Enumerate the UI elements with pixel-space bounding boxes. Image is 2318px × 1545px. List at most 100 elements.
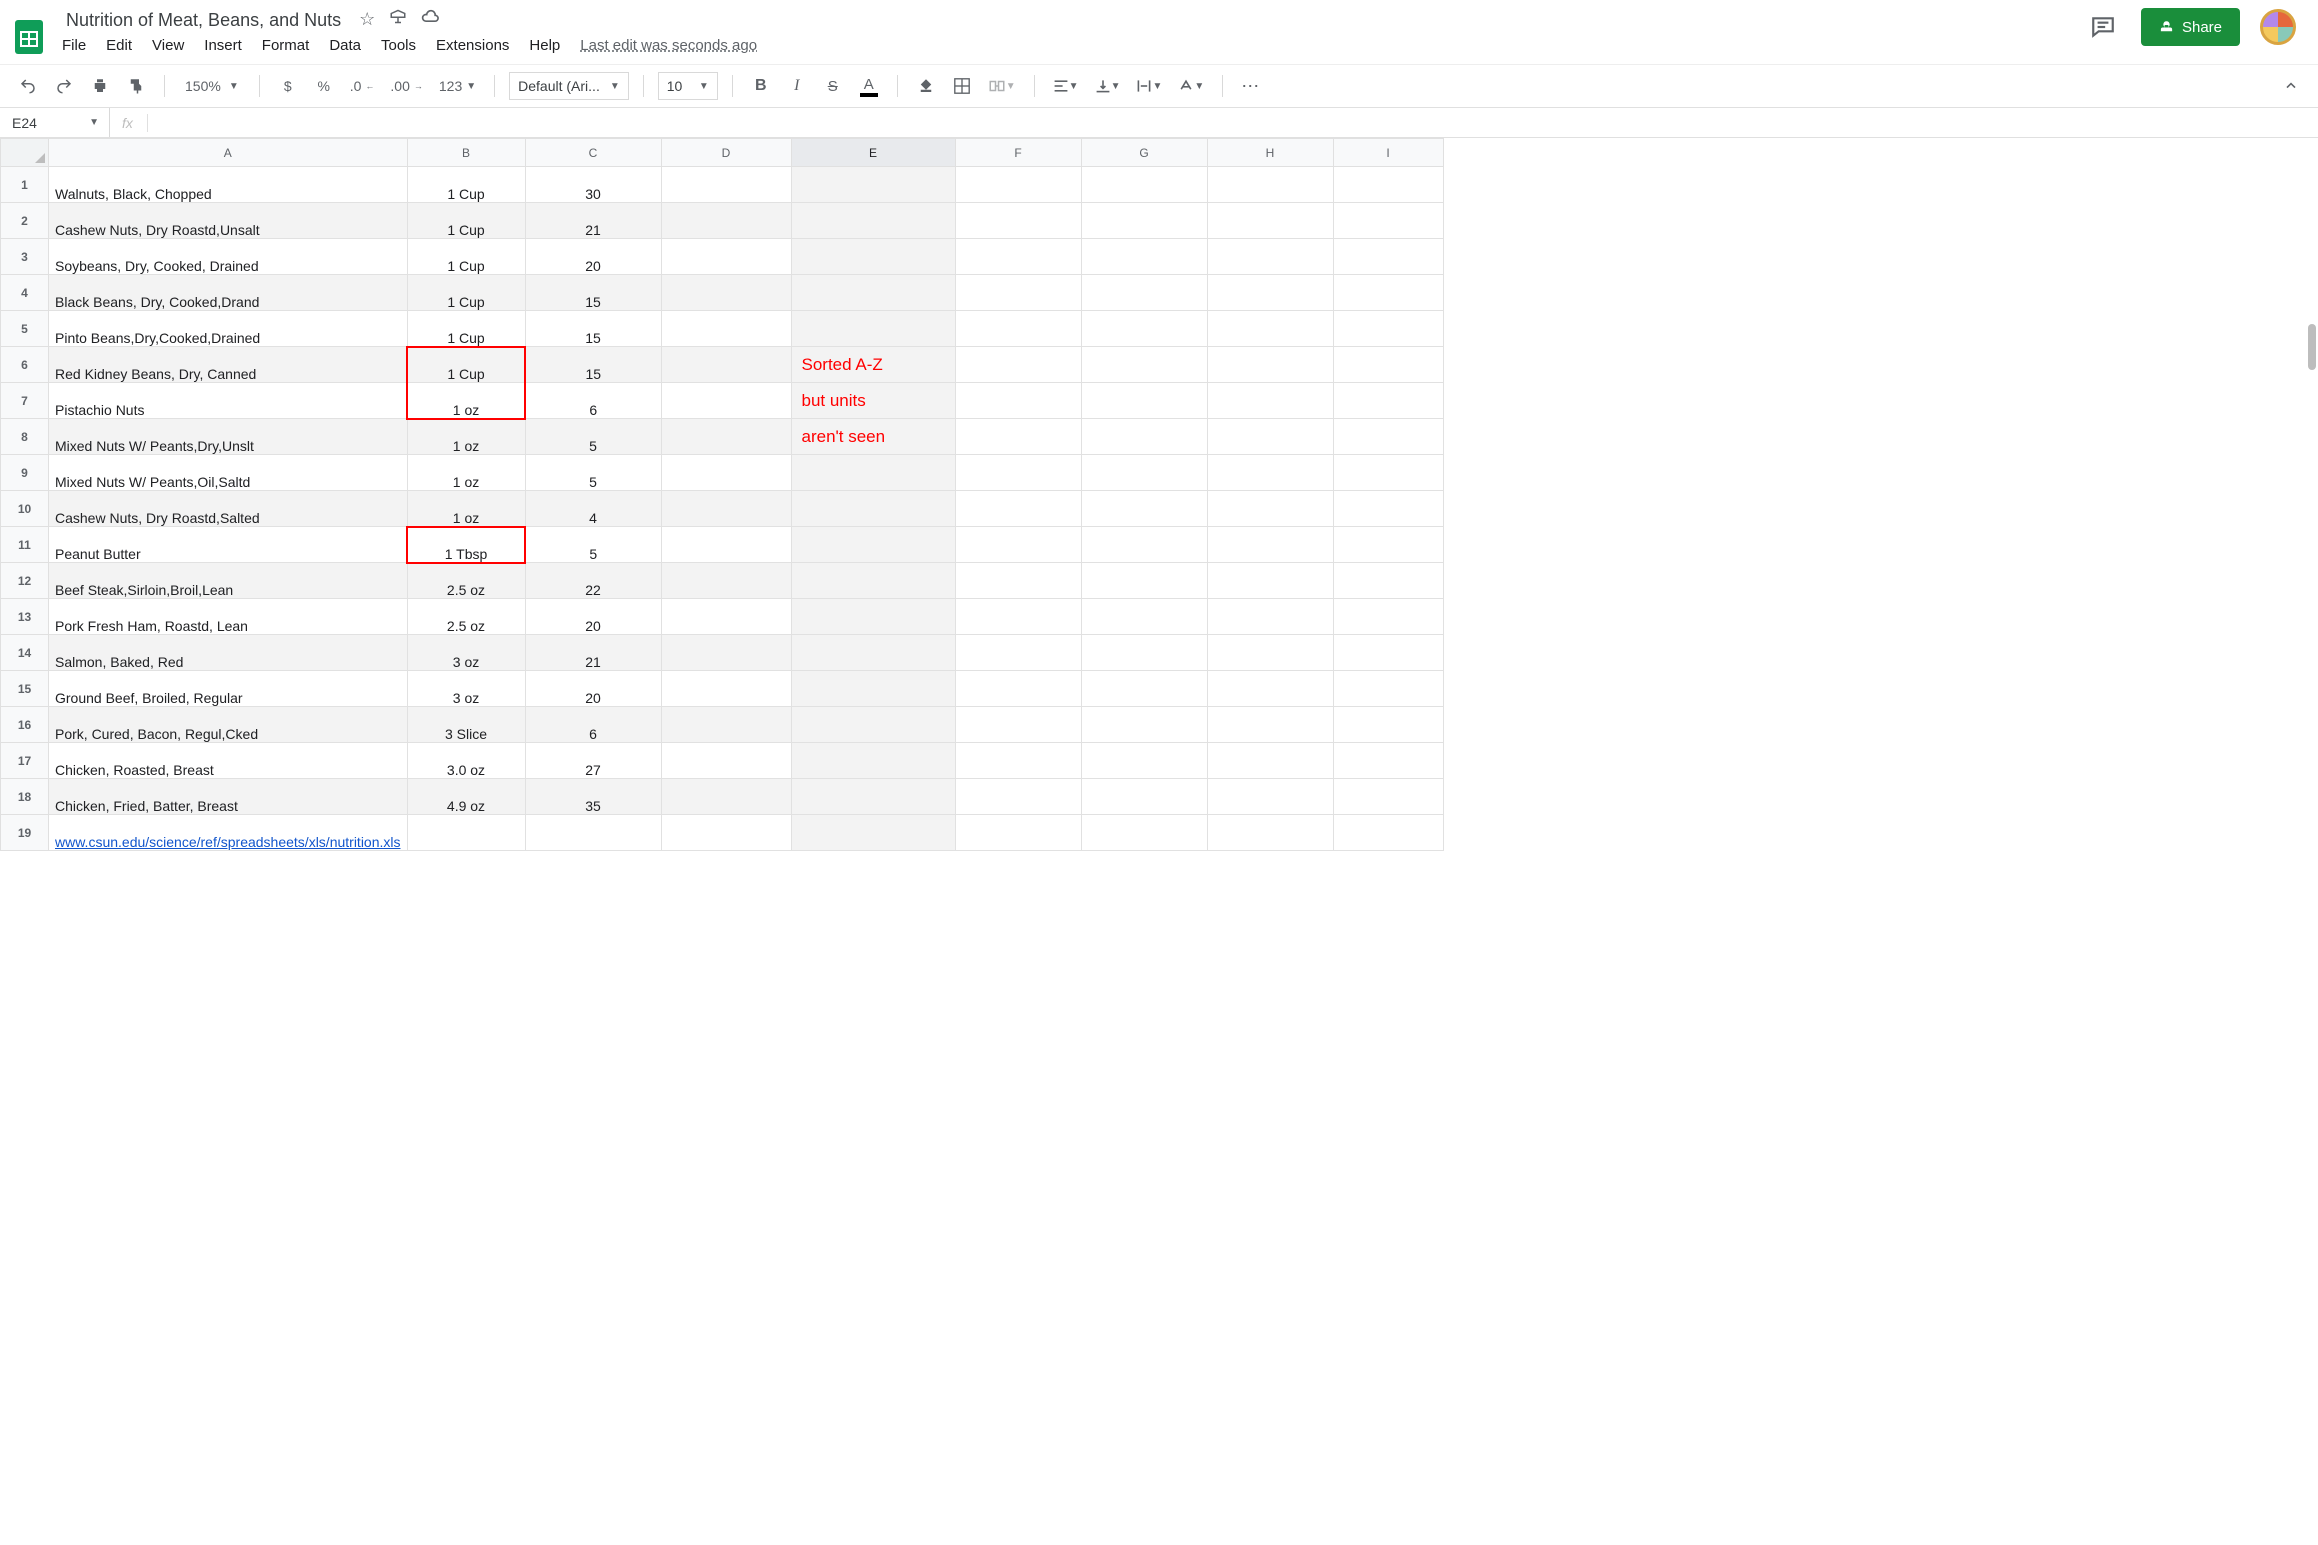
cell-F18[interactable] — [955, 779, 1081, 815]
cell-A13[interactable]: Pork Fresh Ham, Roastd, Lean — [49, 599, 408, 635]
cell-B17[interactable]: 3.0 oz — [407, 743, 525, 779]
cell-A7[interactable]: Pistachio Nuts — [49, 383, 408, 419]
cell-G9[interactable] — [1081, 455, 1207, 491]
cell-D18[interactable] — [661, 779, 791, 815]
cell-A8[interactable]: Mixed Nuts W/ Peants,Dry,Unslt — [49, 419, 408, 455]
column-header-E[interactable]: E — [791, 139, 955, 167]
row-header-3[interactable]: 3 — [1, 239, 49, 275]
cell-H9[interactable] — [1207, 455, 1333, 491]
cell-C3[interactable]: 20 — [525, 239, 661, 275]
cell-B19[interactable] — [407, 815, 525, 851]
row-header-11[interactable]: 11 — [1, 527, 49, 563]
cell-C2[interactable]: 21 — [525, 203, 661, 239]
row-header-4[interactable]: 4 — [1, 275, 49, 311]
cell-I17[interactable] — [1333, 743, 1443, 779]
cell-F9[interactable] — [955, 455, 1081, 491]
comment-history-icon[interactable] — [2085, 9, 2121, 45]
fill-color-picker[interactable] — [912, 72, 940, 100]
cell-G10[interactable] — [1081, 491, 1207, 527]
row-header-8[interactable]: 8 — [1, 419, 49, 455]
cell-B16[interactable]: 3 Slice — [407, 707, 525, 743]
account-avatar[interactable] — [2260, 9, 2296, 45]
menu-insert[interactable]: Insert — [204, 37, 242, 54]
vertical-align-select[interactable]: ▼ — [1091, 72, 1125, 100]
cell-B10[interactable]: 1 oz — [407, 491, 525, 527]
cell-H2[interactable] — [1207, 203, 1333, 239]
row-header-13[interactable]: 13 — [1, 599, 49, 635]
cell-D11[interactable] — [661, 527, 791, 563]
cell-D17[interactable] — [661, 743, 791, 779]
font-family-select[interactable]: Default (Ari... ▼ — [509, 72, 629, 100]
cell-A14[interactable]: Salmon, Baked, Red — [49, 635, 408, 671]
cell-A3[interactable]: Soybeans, Dry, Cooked, Drained — [49, 239, 408, 275]
cell-H11[interactable] — [1207, 527, 1333, 563]
cell-C12[interactable]: 22 — [525, 563, 661, 599]
cell-I4[interactable] — [1333, 275, 1443, 311]
font-size-select[interactable]: 10 ▼ — [658, 72, 718, 100]
cell-B5[interactable]: 1 Cup — [407, 311, 525, 347]
cell-B9[interactable]: 1 oz — [407, 455, 525, 491]
cell-E11[interactable] — [791, 527, 955, 563]
cell-F2[interactable] — [955, 203, 1081, 239]
undo-icon[interactable] — [14, 72, 42, 100]
cell-A19[interactable]: www.csun.edu/science/ref/spreadsheets/xl… — [49, 815, 408, 851]
cell-C19[interactable] — [525, 815, 661, 851]
move-icon[interactable] — [389, 9, 407, 32]
cell-G6[interactable] — [1081, 347, 1207, 383]
cell-H13[interactable] — [1207, 599, 1333, 635]
horizontal-align-select[interactable]: ▼ — [1049, 72, 1083, 100]
column-header-B[interactable]: B — [407, 139, 525, 167]
cell-I12[interactable] — [1333, 563, 1443, 599]
cell-F4[interactable] — [955, 275, 1081, 311]
cell-G19[interactable] — [1081, 815, 1207, 851]
cell-G2[interactable] — [1081, 203, 1207, 239]
cell-D14[interactable] — [661, 635, 791, 671]
cell-B11[interactable]: 1 Tbsp — [407, 527, 525, 563]
cell-H6[interactable] — [1207, 347, 1333, 383]
cell-I8[interactable] — [1333, 419, 1443, 455]
cell-B18[interactable]: 4.9 oz — [407, 779, 525, 815]
menu-tools[interactable]: Tools — [381, 37, 416, 54]
cell-C14[interactable]: 21 — [525, 635, 661, 671]
cell-H15[interactable] — [1207, 671, 1333, 707]
cell-I16[interactable] — [1333, 707, 1443, 743]
cell-F17[interactable] — [955, 743, 1081, 779]
cell-F3[interactable] — [955, 239, 1081, 275]
cell-G12[interactable] — [1081, 563, 1207, 599]
cell-F19[interactable] — [955, 815, 1081, 851]
cell-G15[interactable] — [1081, 671, 1207, 707]
cell-H18[interactable] — [1207, 779, 1333, 815]
cell-I5[interactable] — [1333, 311, 1443, 347]
row-header-5[interactable]: 5 — [1, 311, 49, 347]
row-header-19[interactable]: 19 — [1, 815, 49, 851]
cell-H1[interactable] — [1207, 167, 1333, 203]
spreadsheet-grid[interactable]: ABCDEFGHI 1Walnuts, Black, Chopped1 Cup3… — [0, 138, 2318, 851]
cell-E15[interactable] — [791, 671, 955, 707]
cell-F7[interactable] — [955, 383, 1081, 419]
cell-H3[interactable] — [1207, 239, 1333, 275]
cell-I18[interactable] — [1333, 779, 1443, 815]
document-title[interactable]: Nutrition of Meat, Beans, and Nuts — [62, 8, 345, 33]
strikethrough-icon[interactable]: S — [819, 72, 847, 100]
row-header-6[interactable]: 6 — [1, 347, 49, 383]
row-header-1[interactable]: 1 — [1, 167, 49, 203]
cell-I19[interactable] — [1333, 815, 1443, 851]
cell-I11[interactable] — [1333, 527, 1443, 563]
cell-D2[interactable] — [661, 203, 791, 239]
cell-E19[interactable] — [791, 815, 955, 851]
vertical-scrollbar[interactable] — [2308, 324, 2316, 370]
cell-D16[interactable] — [661, 707, 791, 743]
cell-A1[interactable]: Walnuts, Black, Chopped — [49, 167, 408, 203]
cell-H14[interactable] — [1207, 635, 1333, 671]
cell-B7[interactable]: 1 oz — [407, 383, 525, 419]
star-icon[interactable]: ☆ — [359, 9, 375, 32]
zoom-select[interactable]: 150% ▼ — [179, 78, 245, 94]
cell-C13[interactable]: 20 — [525, 599, 661, 635]
cell-H5[interactable] — [1207, 311, 1333, 347]
cell-C17[interactable]: 27 — [525, 743, 661, 779]
cell-B2[interactable]: 1 Cup — [407, 203, 525, 239]
cell-D10[interactable] — [661, 491, 791, 527]
cell-I3[interactable] — [1333, 239, 1443, 275]
cell-B13[interactable]: 2.5 oz — [407, 599, 525, 635]
cell-D3[interactable] — [661, 239, 791, 275]
